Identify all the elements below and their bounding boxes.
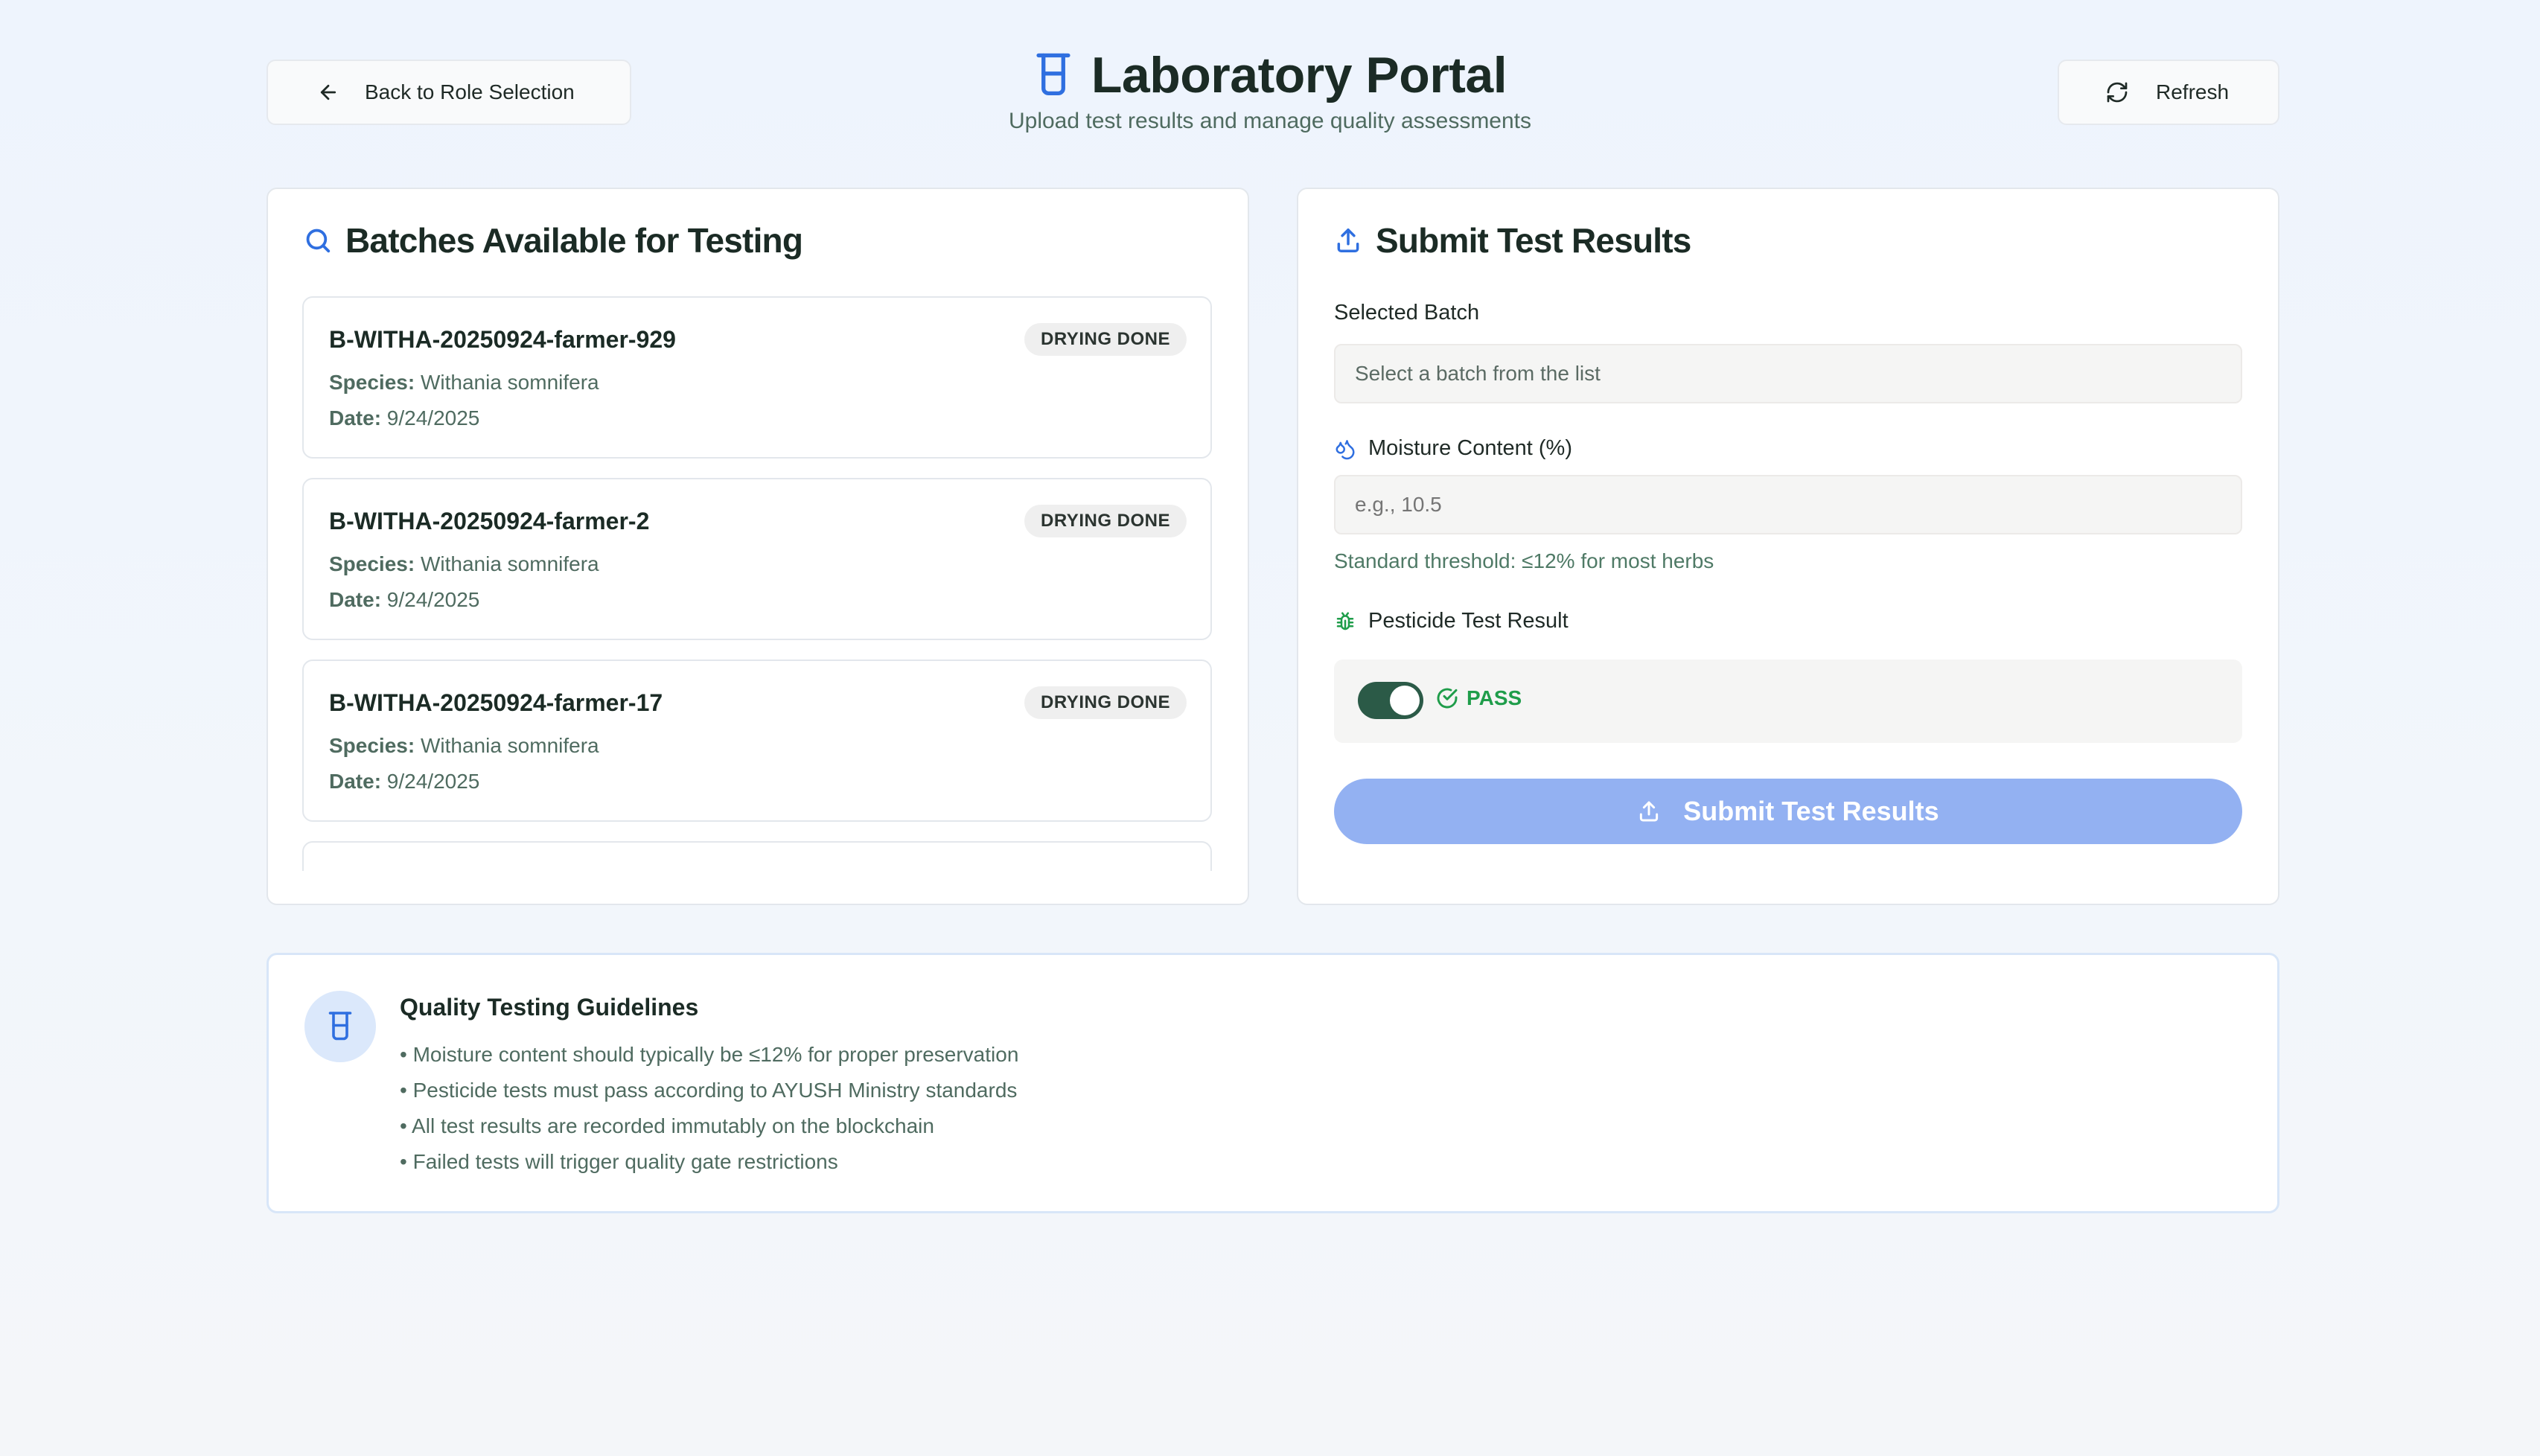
moisture-label: Moisture Content (%) xyxy=(1334,436,1572,461)
guideline-item: All test results are recorded immutably … xyxy=(400,1108,1018,1144)
guidelines-list: Moisture content should typically be ≤12… xyxy=(400,1037,1018,1180)
beaker-icon xyxy=(328,1012,352,1041)
page-header: Laboratory Portal Upload test results an… xyxy=(0,46,2540,134)
upload-icon xyxy=(1337,229,1359,252)
page-title: Laboratory Portal xyxy=(1091,47,1507,103)
batch-id: B-WITHA-20250924-farmer-929 xyxy=(329,326,676,353)
batches-card-title: Batches Available for Testing xyxy=(304,220,803,261)
batch-date: Date: 9/24/2025 xyxy=(329,588,480,611)
batch-date: Date: 9/24/2025 xyxy=(329,406,480,430)
selected-batch-label: Selected Batch xyxy=(1334,301,1480,325)
beaker-icon xyxy=(1036,53,1070,96)
batch-id: B-WITHA-20250924-farmer-17 xyxy=(329,689,663,716)
moisture-hint: Standard threshold: ≤12% for most herbs xyxy=(1334,549,1714,572)
guidelines-card: Quality Testing Guidelines Moisture cont… xyxy=(267,953,2279,1213)
status-badge: DRYING DONE xyxy=(1024,323,1187,356)
guideline-item: Pesticide tests must pass according to A… xyxy=(400,1073,1018,1108)
pass-status: PASS xyxy=(1435,686,1522,710)
pesticide-result-panel: PASS xyxy=(1334,660,2242,743)
batch-item[interactable]: B-WITHA-20250924-farmer-929 DRYING DONE … xyxy=(302,296,1212,459)
batch-item[interactable]: B-WITHA-20250924-farmer-17 DRYING DONE S… xyxy=(302,660,1212,822)
guideline-item: Moisture content should typically be ≤12… xyxy=(400,1037,1019,1073)
selected-batch-field[interactable]: Select a batch from the list xyxy=(1334,344,2242,403)
batch-species: Species: Withania somnifera xyxy=(329,371,599,394)
batch-species: Species: Withania somnifera xyxy=(329,734,599,757)
status-badge: DRYING DONE xyxy=(1024,505,1187,537)
check-circle-icon xyxy=(1437,688,1458,709)
batch-date: Date: 9/24/2025 xyxy=(329,770,480,793)
guidelines-title: Quality Testing Guidelines xyxy=(400,994,699,1021)
pesticide-toggle[interactable] xyxy=(1358,682,1423,719)
droplets-icon xyxy=(1336,439,1355,459)
batch-id: B-WITHA-20250924-farmer-2 xyxy=(329,508,650,534)
moisture-input[interactable] xyxy=(1334,475,2242,534)
batch-species: Species: Withania somnifera xyxy=(329,552,599,575)
status-badge: DRYING DONE xyxy=(1024,686,1187,719)
batch-item-partial[interactable] xyxy=(302,841,1212,871)
search-icon xyxy=(306,229,331,253)
pesticide-label: Pesticide Test Result xyxy=(1334,609,1569,633)
page-subtitle: Upload test results and manage quality a… xyxy=(1008,109,1532,133)
bug-icon xyxy=(1336,612,1354,630)
toggle-knob xyxy=(1390,686,1420,715)
guidelines-icon-badge xyxy=(304,991,376,1062)
upload-icon xyxy=(1640,801,1659,822)
batch-item[interactable]: B-WITHA-20250924-farmer-2 DRYING DONE Sp… xyxy=(302,478,1212,640)
submit-card-title: Submit Test Results xyxy=(1334,220,1691,261)
submit-test-results-button[interactable]: Submit Test Results xyxy=(1334,779,2242,844)
guideline-item: Failed tests will trigger quality gate r… xyxy=(400,1144,1018,1180)
